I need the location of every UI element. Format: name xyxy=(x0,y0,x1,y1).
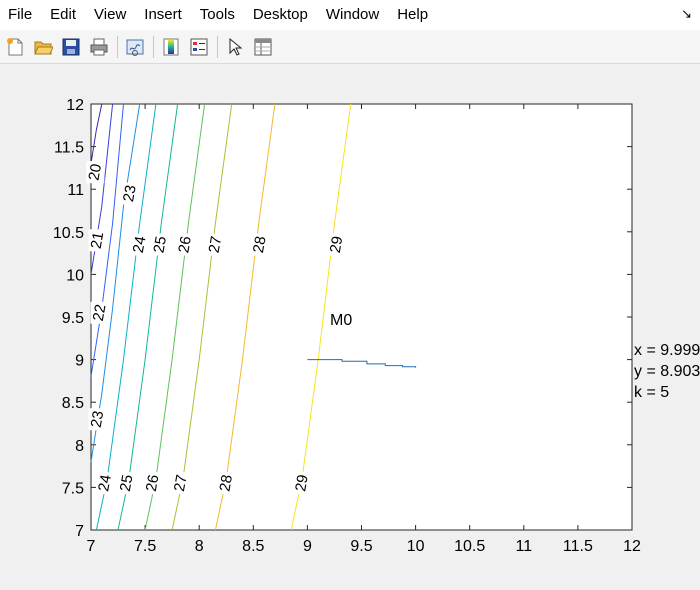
x-tick-label: 8 xyxy=(195,538,204,555)
y-tick-label: 7 xyxy=(75,523,84,540)
x-tick-label: 9 xyxy=(303,538,312,555)
y-tick-label: 10.5 xyxy=(53,225,84,242)
plot-area xyxy=(90,103,633,531)
x-tick-label: 10.5 xyxy=(454,538,485,555)
contour-label: 28 xyxy=(216,473,236,492)
contour-label: 27 xyxy=(171,473,191,492)
contour-label: 25 xyxy=(150,235,170,254)
x-tick-label: 10 xyxy=(407,538,425,555)
contour-label: 21 xyxy=(88,231,108,250)
contour-label: 23 xyxy=(88,410,108,429)
contour-label: 24 xyxy=(95,473,115,492)
toolbar-separator xyxy=(153,35,154,58)
contour-label: 29 xyxy=(327,235,347,254)
x-tick-label: 11 xyxy=(515,538,532,555)
contour-label: 20 xyxy=(86,162,106,181)
contour-label: 25 xyxy=(117,473,137,492)
property-inspector-icon[interactable] xyxy=(251,35,275,59)
contour-label: 26 xyxy=(175,235,195,254)
insert-legend-icon[interactable] xyxy=(187,35,211,59)
contour-label: 23 xyxy=(120,184,140,203)
contour-label: 24 xyxy=(130,235,150,254)
toolbar-separator xyxy=(217,35,218,58)
menu-help[interactable]: Help xyxy=(388,0,437,30)
save-figure-icon[interactable] xyxy=(59,35,83,59)
y-tick-label: 11.5 xyxy=(54,140,84,157)
link-plot-icon[interactable] xyxy=(123,35,147,59)
x-readout: x = 9.999 xyxy=(634,342,700,359)
open-file-icon[interactable] xyxy=(31,35,55,59)
menu-bar: File Edit View Insert Tools Desktop Window Help xyxy=(0,0,700,30)
contour-label: 22 xyxy=(90,303,110,322)
new-figure-icon[interactable] xyxy=(3,35,27,59)
y-tick-label: 9 xyxy=(75,353,84,370)
contour-label: 26 xyxy=(143,473,163,492)
menu-edit[interactable]: Edit xyxy=(41,0,85,30)
x-tick-label: 12 xyxy=(623,538,641,555)
undock-arrow-icon[interactable]: ↘ xyxy=(681,6,692,22)
x-tick-label: 11.5 xyxy=(563,538,593,555)
x-tick-label: 7.5 xyxy=(134,538,156,555)
y-tick-label: 10 xyxy=(66,267,84,284)
y-tick-label: 12 xyxy=(66,97,84,114)
menu-desktop[interactable]: Desktop xyxy=(244,0,317,30)
x-tick-label: 8.5 xyxy=(242,538,264,555)
m0-label: M0 xyxy=(330,312,352,329)
menu-view[interactable]: View xyxy=(85,0,135,30)
x-tick-label: 7 xyxy=(87,538,96,555)
y-tick-label: 7.5 xyxy=(62,480,84,497)
figure-toolbar xyxy=(0,30,700,64)
contour-plot: 7 7.5 8 8.5 9 9.5 10 10.5 11 11.5 12 7 7.5 8 8.5 9 9.5 1… xyxy=(53,97,700,555)
x-tick-label: 9.5 xyxy=(350,538,372,555)
menu-tools[interactable]: Tools xyxy=(191,0,244,30)
contour-label: 28 xyxy=(250,235,270,254)
k-readout: k = 5 xyxy=(634,384,669,401)
edit-plot-arrow-icon[interactable] xyxy=(223,35,247,59)
print-figure-icon[interactable] xyxy=(87,35,111,59)
y-readout: y = 8.903 xyxy=(634,363,700,380)
menu-insert[interactable]: Insert xyxy=(135,0,191,30)
y-tick-label: 9.5 xyxy=(62,310,84,327)
y-tick-label: 11 xyxy=(67,182,84,199)
toolbar-separator xyxy=(117,35,118,58)
menu-window[interactable]: Window xyxy=(317,0,388,30)
contour-label: 29 xyxy=(292,473,312,492)
contour-label: 27 xyxy=(206,235,226,254)
menu-file[interactable]: File xyxy=(0,0,41,30)
insert-colorbar-icon[interactable] xyxy=(159,35,183,59)
y-tick-label: 8 xyxy=(75,438,84,455)
y-tick-label: 8.5 xyxy=(62,395,84,412)
